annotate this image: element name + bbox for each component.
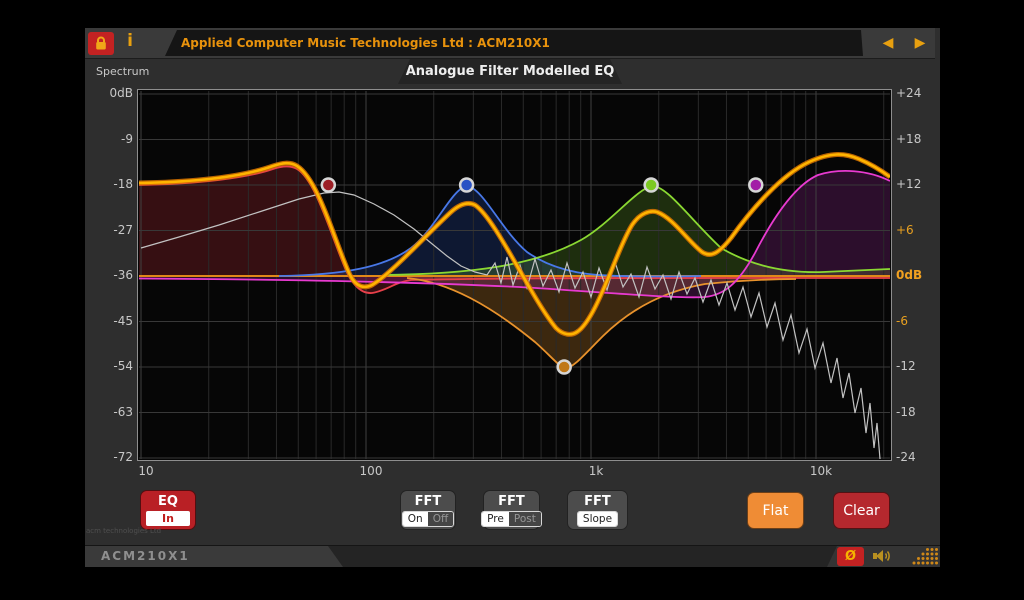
fft-pre-segment[interactable]: Pre [482, 512, 509, 526]
frequency-axis-tick: 10 [138, 464, 153, 478]
fft-label: FFT [498, 494, 525, 509]
device-name: ACM210X1 [85, 546, 343, 567]
left-axis-ticks: 0dB -9 -18 -27 -36 -45 -54 -63 -72 [93, 28, 135, 528]
left-axis-tick: -45 [91, 313, 133, 329]
title-bar: i Applied Computer Music Technologies Lt… [85, 28, 935, 59]
right-axis-tick: -24 [896, 449, 916, 465]
fft-off-segment[interactable]: Off [428, 512, 454, 526]
fft-on-off-button[interactable]: FFT On Off [400, 490, 456, 530]
right-axis-tick: -12 [896, 358, 916, 374]
eq-state-badge: In [146, 511, 190, 526]
right-axis-tick: -6 [896, 313, 908, 329]
fft-post-segment[interactable]: Post [509, 512, 541, 526]
band-fill-layer [139, 166, 890, 368]
clear-button-label: Clear [843, 503, 880, 519]
flat-button[interactable]: Flat [747, 492, 804, 529]
phase-invert-button[interactable]: Ø [837, 547, 864, 566]
eq-graph[interactable] [137, 89, 892, 461]
frequency-axis-tick: 100 [360, 464, 383, 478]
fft-pre-post-button[interactable]: FFT Pre Post [483, 490, 540, 530]
right-axis-tick: -18 [896, 404, 916, 420]
resize-grip[interactable] [911, 548, 939, 566]
device-name-tab: ACM210X1 [85, 546, 343, 567]
left-axis-tick: -9 [91, 131, 133, 147]
fft-slope-button[interactable]: FFT Slope [567, 490, 628, 530]
left-axis-tick: -54 [91, 358, 133, 374]
status-bar: ACM210X1 Ø [85, 545, 940, 567]
fft-label: FFT [584, 494, 611, 509]
eq-band-handle-high-shelf[interactable] [749, 179, 762, 192]
left-axis-tick: -36 [91, 267, 133, 283]
vendor-watermark: acm technologies Ltd [86, 527, 161, 535]
frequency-axis-tick: 10k [810, 464, 832, 478]
title-strip: Applied Computer Music Technologies Ltd … [165, 30, 863, 56]
eq-button-label: EQ [158, 494, 178, 509]
right-axis-tick: +12 [896, 176, 921, 192]
right-axis-tick: +24 [896, 85, 921, 101]
right-axis-tick: +6 [896, 222, 914, 238]
right-axis-ticks: +24 +18 +12 +6 0dB -6 -12 -18 -24 [896, 28, 940, 528]
frequency-axis-ticks: 10 100 1k 10k [85, 464, 940, 480]
fft-label: FFT [415, 494, 442, 509]
left-axis-tick: -63 [91, 404, 133, 420]
eq-band-handle-low-shelf[interactable] [322, 179, 335, 192]
eq-band-handle-bell-3[interactable] [645, 179, 658, 192]
right-axis-tick: 0dB [896, 267, 922, 283]
plugin-window: i Applied Computer Music Technologies Lt… [85, 28, 940, 566]
window-title: Applied Computer Music Technologies Ltd … [181, 36, 550, 50]
eq-in-button[interactable]: EQ In [140, 490, 196, 530]
eq-band-handle-bell-1[interactable] [460, 179, 473, 192]
frequency-axis-tick: 1k [589, 464, 604, 478]
tab-analogue-filter-eq[interactable]: Analogue Filter Modelled EQ [398, 59, 622, 84]
left-axis-tick: -72 [91, 449, 133, 465]
left-axis-tick: -27 [91, 222, 133, 238]
eq-band-handle-bell-2[interactable] [558, 361, 571, 374]
prev-arrow-button[interactable]: ◀ [878, 34, 898, 52]
clear-button[interactable]: Clear [833, 492, 890, 529]
fft-slope-segment[interactable]: Slope [578, 512, 617, 526]
flat-button-label: Flat [762, 503, 788, 519]
speaker-icon[interactable] [872, 547, 894, 565]
left-axis-tick: 0dB [91, 85, 133, 101]
right-axis-tick: +18 [896, 131, 921, 147]
fft-on-segment[interactable]: On [403, 512, 428, 526]
left-axis-tick: -18 [91, 176, 133, 192]
